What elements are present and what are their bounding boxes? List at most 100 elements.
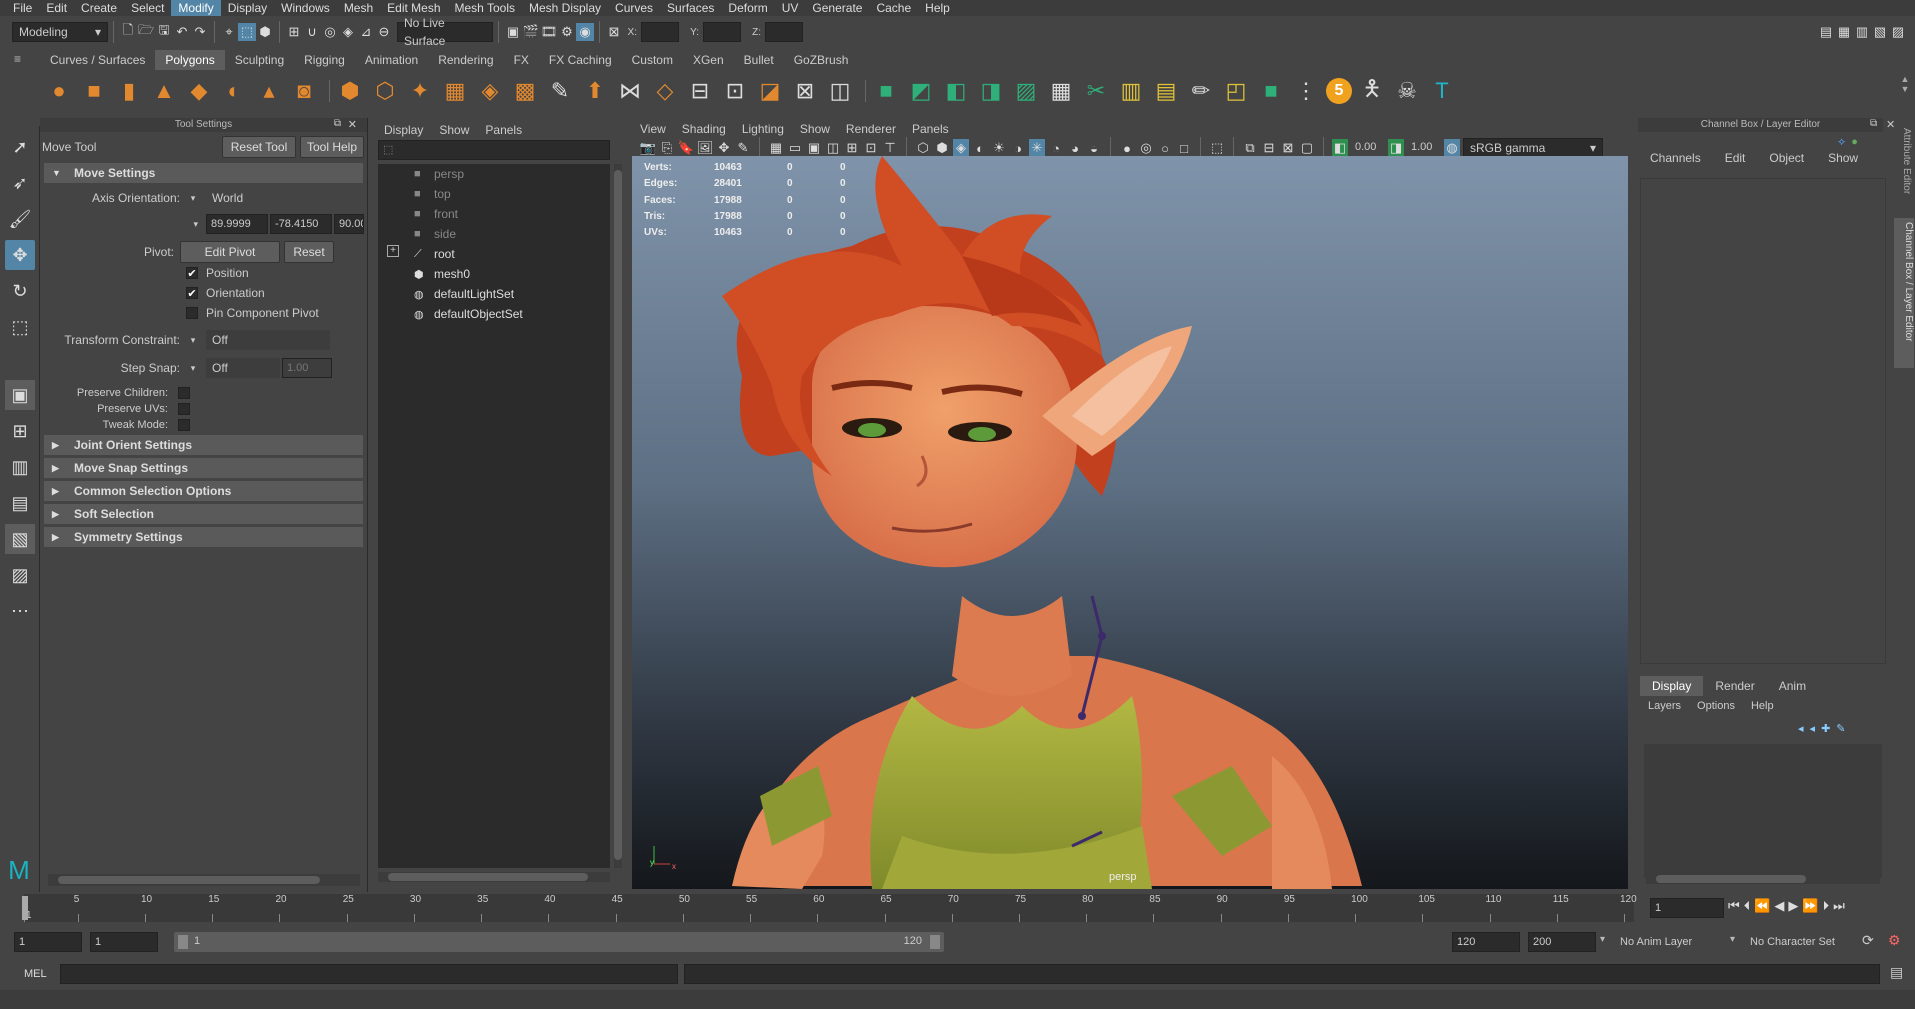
shelf-tab-gozbrush[interactable]: GoZBrush: [783, 50, 859, 70]
workspace-menu-set-dropdown[interactable]: Modeling ▾: [12, 22, 108, 42]
move-layer-up-icon[interactable]: ◂: [1798, 722, 1804, 738]
current-time-indicator[interactable]: [22, 896, 28, 920]
separate-icon[interactable]: ⬡: [370, 76, 400, 106]
extrude-icon[interactable]: ⬆: [580, 76, 610, 106]
panel-layout-icon[interactable]: ⊟: [1261, 139, 1277, 157]
poly-torus-icon[interactable]: ◆: [184, 76, 214, 106]
perspective-viewport[interactable]: Verts: 10463 0 0 Edges: 28401 0 0 Faces: 17988 0 0 T…: [632, 156, 1628, 889]
t-pose-icon[interactable]: T: [1427, 76, 1457, 106]
unfold-uv-icon[interactable]: ▤: [1151, 76, 1181, 106]
single-perspective-layout-icon[interactable]: ▣: [5, 380, 35, 410]
outliner-item[interactable]: ■ persp: [378, 164, 610, 184]
bookmark-icon[interactable]: 🔖: [678, 139, 694, 157]
poly-pipe-icon[interactable]: ◙: [289, 76, 319, 106]
chevron-down-icon[interactable]: ▾: [180, 363, 206, 374]
cylindrical-map-icon[interactable]: ◧: [941, 76, 971, 106]
outliner-menu-panels[interactable]: Panels: [485, 123, 522, 137]
color-management-icon[interactable]: ◍: [1444, 139, 1460, 157]
uv-shell-icon[interactable]: ■: [1256, 76, 1286, 106]
field-chart-icon[interactable]: ⊞: [844, 139, 860, 157]
menu-select[interactable]: Select: [124, 0, 171, 16]
menu-generate[interactable]: Generate: [805, 0, 869, 16]
section-joint-orient-settings[interactable]: Joint Orient Settings: [44, 435, 363, 455]
layer-menu-layers[interactable]: Layers: [1640, 700, 1689, 718]
bevel-icon[interactable]: ◇: [650, 76, 680, 106]
menu-uv[interactable]: UV: [775, 0, 806, 16]
animation-start-field[interactable]: 1: [14, 932, 82, 952]
orientation-checkbox[interactable]: ✔: [186, 287, 198, 300]
outliner-item[interactable]: ■ top: [378, 184, 610, 204]
snap-grid-icon[interactable]: ⊞: [285, 23, 303, 41]
depth-of-field-icon[interactable]: ●: [1119, 139, 1135, 157]
preserve-children-checkbox[interactable]: [178, 387, 190, 399]
live-surface-field[interactable]: No Live Surface: [397, 16, 493, 48]
antialiasing-icon[interactable]: ◒: [1086, 139, 1102, 157]
shelf-tab-rigging[interactable]: Rigging: [294, 50, 355, 70]
menu-mesh[interactable]: Mesh: [337, 0, 380, 16]
shelf-tab-polygons[interactable]: Polygons: [155, 50, 225, 70]
snap-view-plane-icon[interactable]: ◈: [339, 23, 357, 41]
multi-cut-icon[interactable]: ✎: [545, 76, 575, 106]
key-icon[interactable]: ⟡: [1838, 136, 1845, 150]
channel-box-menu-show[interactable]: Show: [1816, 148, 1870, 168]
range-end-handle[interactable]: [930, 935, 940, 949]
exposure-icon[interactable]: ◧: [1332, 139, 1348, 157]
channel-box-menu-channels[interactable]: Channels: [1638, 148, 1713, 168]
command-input[interactable]: [60, 964, 678, 984]
gate-mask-icon[interactable]: ◫: [825, 139, 841, 157]
undo-icon[interactable]: ↶: [173, 23, 191, 41]
cut-uv-icon[interactable]: ✂: [1081, 76, 1111, 106]
step-forward-frame-icon[interactable]: ⏵: [1823, 898, 1830, 918]
viewport-menu-view[interactable]: View: [640, 122, 666, 136]
scale-tool-icon[interactable]: ⬚: [5, 312, 35, 342]
rotation-y-field[interactable]: -78.4150: [270, 214, 332, 234]
render-settings-icon[interactable]: ⚙: [558, 23, 576, 41]
menu-surfaces[interactable]: Surfaces: [660, 0, 721, 16]
horizontal-scrollbar[interactable]: [378, 872, 610, 882]
persp-outliner-layout-icon[interactable]: ▥: [5, 452, 35, 482]
step-snap-dropdown[interactable]: Off: [206, 358, 280, 378]
layer-menu-help[interactable]: Help: [1743, 700, 1782, 718]
rotation-x-field[interactable]: 89.9999: [206, 214, 268, 234]
shelf-tab-custom[interactable]: Custom: [621, 50, 683, 70]
new-layer-selected-icon[interactable]: ✎: [1836, 722, 1845, 738]
film-gate-icon[interactable]: ▭: [787, 139, 803, 157]
horizontal-scrollbar[interactable]: [48, 874, 360, 886]
chevron-down-icon[interactable]: ▾: [180, 335, 206, 346]
input-line-mode-icon[interactable]: ⊠: [605, 23, 623, 41]
shelf-badge-5-icon[interactable]: 5: [1326, 78, 1352, 104]
menu-mesh-display[interactable]: Mesh Display: [522, 0, 608, 16]
lock-icon[interactable]: ●: [1851, 136, 1858, 150]
shelf-scroll-icon[interactable]: ▲ ▼: [1898, 74, 1912, 110]
shadows-icon[interactable]: ◑: [1010, 139, 1026, 157]
step-back-frame-icon[interactable]: ⏴: [1744, 898, 1751, 918]
combine-icon[interactable]: ⬢: [335, 76, 365, 106]
viewport-menu-renderer[interactable]: Renderer: [846, 122, 896, 136]
resolution-gate-icon[interactable]: ▣: [806, 139, 822, 157]
chevron-down-icon[interactable]: ▾: [180, 193, 206, 204]
anim-layer-field[interactable]: No Anim Layer: [1620, 932, 1736, 952]
shelf-tab-rendering[interactable]: Rendering: [428, 50, 504, 70]
select-tool-icon[interactable]: ➚: [5, 132, 35, 162]
shelf-tab-fx-caching[interactable]: FX Caching: [538, 50, 622, 70]
paint-icon[interactable]: ✏: [1186, 76, 1216, 106]
frame-selected-icon[interactable]: ⬚: [1209, 139, 1225, 157]
offset-edge-loop-icon[interactable]: ⊡: [720, 76, 750, 106]
chevron-down-icon[interactable]: ▾: [40, 219, 206, 230]
section-soft-selection[interactable]: Soft Selection: [44, 504, 363, 524]
viewport-menu-shading[interactable]: Shading: [682, 122, 726, 136]
script-editor-icon[interactable]: ▤: [1890, 964, 1903, 981]
menu-windows[interactable]: Windows: [274, 0, 337, 16]
select-hierarchy-icon[interactable]: ⌖: [220, 23, 238, 41]
reset-pivot-button[interactable]: Reset: [284, 241, 334, 263]
lasso-tool-icon[interactable]: ➶: [5, 168, 35, 198]
outliner-item[interactable]: ⟋ root: [378, 244, 610, 264]
attribute-editor-toggle-icon[interactable]: ▥: [1853, 23, 1871, 41]
poly-cube-icon[interactable]: ■: [79, 76, 109, 106]
outliner-item[interactable]: ◍ defaultObjectSet: [378, 304, 610, 324]
sidebar-toggle-icon[interactable]: ▤: [1817, 23, 1835, 41]
script-language-label[interactable]: MEL: [24, 968, 47, 980]
transform-constraint-dropdown[interactable]: Off: [206, 330, 330, 350]
playback-start-field[interactable]: 1: [90, 932, 158, 952]
outliner-item[interactable]: ■ front: [378, 204, 610, 224]
